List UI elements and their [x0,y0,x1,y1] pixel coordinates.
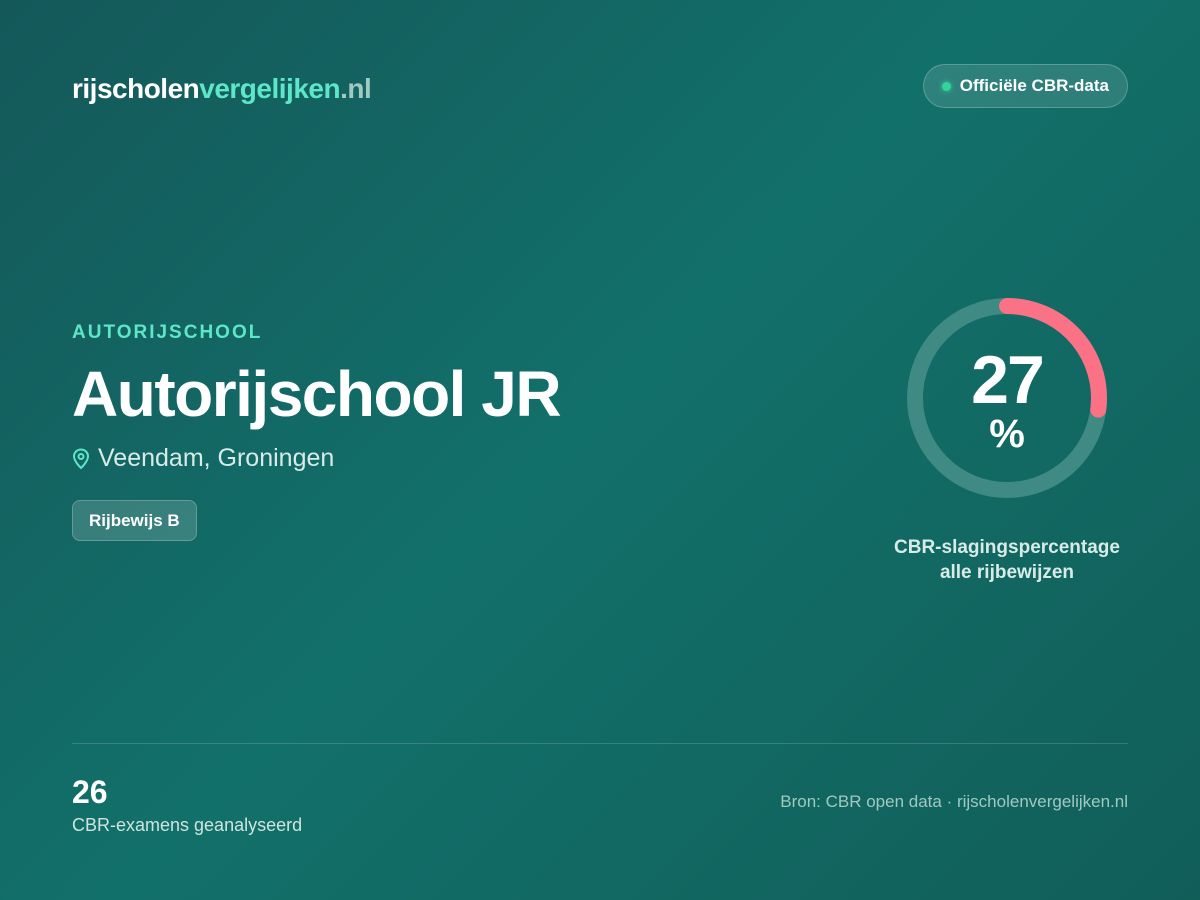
footer-divider [72,743,1128,744]
school-name: Autorijschool JR [72,358,562,430]
logo-part-rijscholen: rijscholen [72,73,200,104]
badge-label: Officiële CBR-data [959,76,1109,95]
site-logo[interactable]: rijscholenvergelijken.nl [72,70,372,108]
logo-part-vergelijken: vergelijken [199,73,341,104]
pass-rate-unit: % [989,412,1025,456]
official-data-badge: Officiële CBR-data [922,64,1128,108]
map-pin-icon [72,447,90,469]
license-chip: Rijbewijs B [72,500,197,541]
pass-rate-caption: CBR-slagingspercentage alle rijbewijzen [857,535,1157,585]
data-source: Bron: CBR open data · rijscholenvergelij… [780,792,1128,811]
logo-part-tld: .nl [340,73,372,104]
category-kicker: AUTORIJSCHOOL [72,322,263,343]
exam-count: 26 [72,774,108,810]
status-dot-icon [941,81,951,91]
caption-line-2: alle rijbewijzen [939,562,1075,583]
location-text: Veendam, Groningen [98,444,335,472]
caption-line-1: CBR-slagingspercentage [894,537,1120,558]
pass-rate-value: 27 [971,342,1045,418]
school-location: Veendam, Groningen [72,444,334,473]
exam-count-label: CBR-examens geanalyseerd [72,815,303,835]
